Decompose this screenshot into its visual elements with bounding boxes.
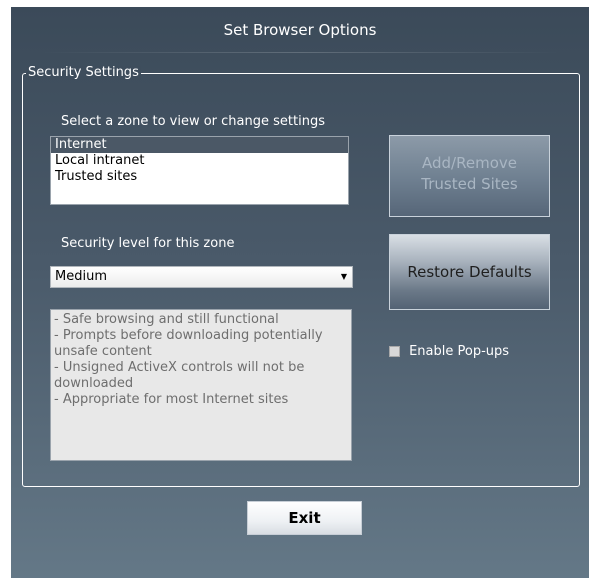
zone-listbox[interactable]: Internet Local intranet Trusted sites [50, 136, 349, 205]
add-remove-label-line1: Add/Remove [422, 154, 517, 172]
dialog-title: Set Browser Options [223, 21, 377, 39]
security-level-value: Medium [55, 269, 107, 284]
restore-defaults-button[interactable]: Restore Defaults [389, 234, 550, 310]
description-line: - Prompts before downloading potentially… [54, 328, 323, 359]
title-divider [39, 52, 561, 53]
security-level-dropdown[interactable]: Medium ▼ [50, 266, 353, 288]
security-settings-legend: Security Settings [26, 65, 141, 80]
zone-prompt-label: Select a zone to view or change settings [61, 114, 325, 129]
description-line: - Safe browsing and still functional [54, 312, 279, 327]
add-remove-trusted-sites-button[interactable]: Add/Remove Trusted Sites [389, 135, 550, 217]
zone-item-trusted-sites[interactable]: Trusted sites [51, 169, 348, 185]
dropdown-arrow-icon[interactable]: ▼ [341, 267, 347, 287]
zone-item-local-intranet[interactable]: Local intranet [51, 153, 348, 169]
add-remove-label-line2: Trusted Sites [421, 175, 518, 193]
enable-popups-option[interactable]: Enable Pop-ups [389, 341, 510, 359]
security-level-label: Security level for this zone [61, 236, 235, 251]
description-line: - Appropriate for most Internet sites [54, 392, 289, 407]
exit-button[interactable]: Exit [247, 501, 362, 535]
description-line: - Unsigned ActiveX controls will not be … [54, 360, 305, 391]
zone-item-internet[interactable]: Internet [51, 137, 348, 153]
enable-popups-label: Enable Pop-ups [409, 344, 510, 359]
enable-popups-checkbox[interactable] [389, 346, 400, 357]
security-level-description: - Safe browsing and still functional - P… [50, 309, 352, 461]
